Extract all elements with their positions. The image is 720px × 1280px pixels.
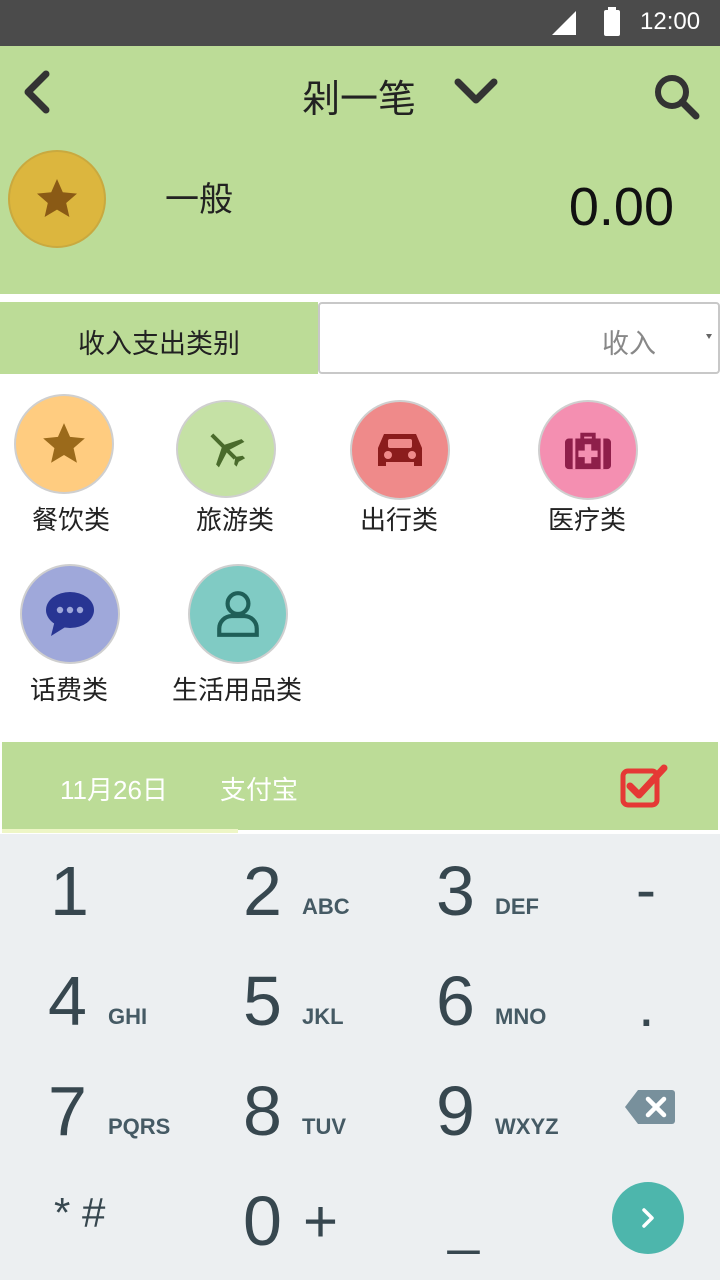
category-circle [538,400,638,500]
key-decimal[interactable]: . [580,952,720,1062]
type-select[interactable]: 收入 [318,302,720,374]
key-digit: 8 [243,1072,282,1150]
page-title: 剁一笔 [302,77,417,121]
category-label: 出行类 [360,506,439,536]
backspace-button[interactable] [580,1062,720,1172]
category-circle [20,564,120,664]
category-phone-bill[interactable]: 话费类 [0,564,160,706]
key-letters: PQRS [108,1114,171,1139]
category-household[interactable]: 生活用品类 [150,564,310,706]
key-2[interactable]: 2 ABC [225,842,395,952]
selected-category-avatar[interactable] [8,150,106,248]
medical-kit-icon [565,432,611,470]
battery-icon [604,7,620,36]
confirm-checkbox-button[interactable] [620,764,670,808]
key-digit: 1 [50,852,89,930]
key-digit: 4 [48,962,87,1040]
category-travel[interactable]: 旅游类 [160,394,320,536]
category-circle [176,400,276,498]
key-digit: 5 [243,962,282,1040]
key-0[interactable]: 0 + [225,1172,395,1280]
category-circle [350,400,450,500]
key-digit: 3 [436,852,475,930]
info-bar-accent [2,829,238,833]
date-selector[interactable]: 11月26日 [60,770,168,807]
key-9[interactable]: 9 WXYZ [418,1062,588,1172]
key-digit: * # [54,1189,106,1236]
key-digit: _ [448,1192,480,1255]
dropdown-caret-icon [706,334,712,339]
search-button[interactable] [650,70,702,122]
car-icon [378,434,422,466]
category-label: 餐饮类 [32,506,111,536]
header: 剁一笔 一般 0.00 [0,46,720,294]
key-6[interactable]: 6 MNO [418,952,588,1062]
category-label: 话费类 [30,676,109,706]
chevron-right-icon [642,1208,654,1228]
status-time: 12:00 [640,8,701,35]
person-icon [217,591,259,637]
key-digit: 6 [436,962,475,1040]
chevron-down-icon [454,78,498,104]
signal-icon [552,11,576,35]
key-8[interactable]: 8 TUV [225,1062,395,1172]
key-space[interactable]: _ [418,1172,588,1280]
key-letters: ABC [302,894,350,919]
category-label: 生活用品类 [172,676,303,706]
airplane-icon [210,433,246,468]
status-bar: 12:00 [0,0,720,46]
category-transport[interactable]: 出行类 [330,394,490,536]
selected-category-name: 一般 [165,180,233,220]
info-bar: 11月26日 支付宝 [2,742,718,830]
amount-display: 0.00 [568,177,674,237]
key-letters: MNO [495,1004,547,1029]
key-minus[interactable]: - [580,842,720,952]
key-digit: 0 [243,1182,282,1260]
back-button[interactable] [14,66,62,114]
key-digit: - [636,856,656,923]
key-digit: 2 [243,852,282,930]
key-letters: WXYZ [495,1114,559,1139]
category-circle [14,394,114,494]
title-dropdown[interactable]: 剁一笔 [280,64,520,121]
category-circle [188,564,288,664]
category-label: 旅游类 [196,506,275,536]
category-dining[interactable]: 餐饮类 [0,394,160,536]
account-selector[interactable]: 支付宝 [220,770,298,807]
next-button[interactable] [612,1182,684,1254]
type-row: 收入支出类别 收入 [0,302,720,374]
key-digit: . [638,972,655,1039]
numeric-keypad: 1 2 ABC 3 DEF - 4 GHI 5 JKL 6 MNO . 7 PQ… [0,834,720,1280]
key-letters: DEF [495,894,539,919]
key-letters: + [303,1188,339,1255]
key-digit: 7 [48,1072,87,1150]
key-3[interactable]: 3 DEF [418,842,588,952]
key-letters: GHI [108,1004,148,1029]
type-select-value: 收入 [602,329,656,360]
category-medical[interactable]: 医疗类 [520,394,680,536]
backspace-icon [625,1090,675,1124]
key-4[interactable]: 4 GHI [30,952,200,1062]
category-label: 医疗类 [548,506,627,536]
type-label: 收入支出类别 [0,302,318,374]
key-letters: JKL [302,1004,344,1029]
key-digit: 9 [436,1072,475,1150]
key-letters: TUV [302,1114,346,1139]
star-icon [37,179,77,217]
key-1[interactable]: 1 [30,842,200,952]
key-star-hash[interactable]: * # [30,1172,200,1280]
key-7[interactable]: 7 PQRS [30,1062,200,1172]
chat-bubble-icon [46,592,94,636]
key-5[interactable]: 5 JKL [225,952,395,1062]
star-icon [43,423,85,463]
